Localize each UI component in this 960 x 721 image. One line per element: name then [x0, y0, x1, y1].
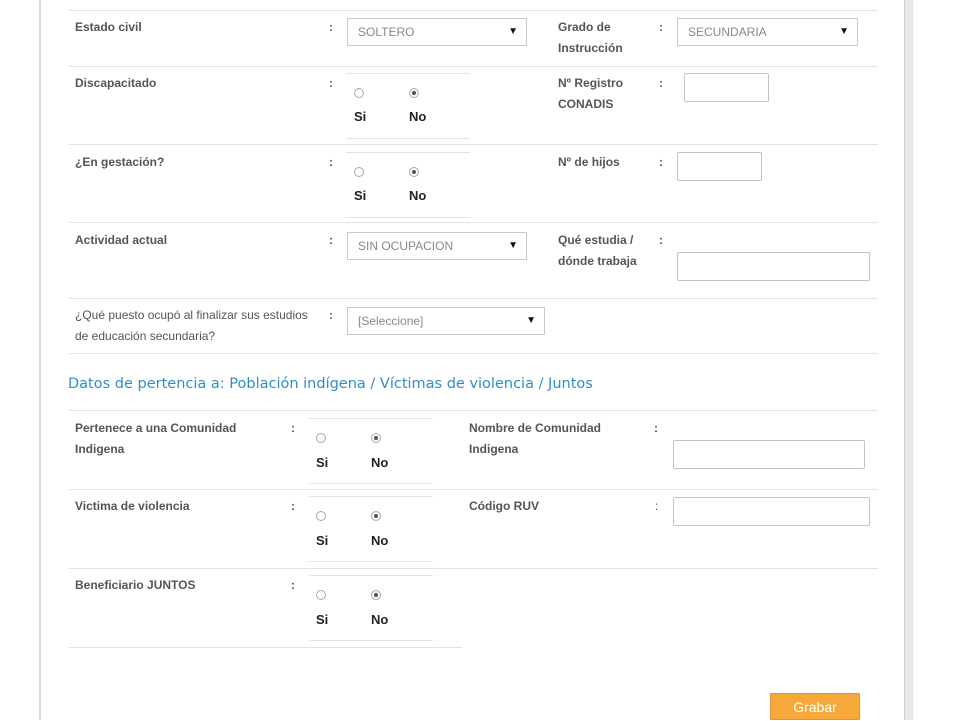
que-estudia-label-line1: Qué estudia / [558, 233, 634, 247]
actividad-actual-value: SIN OCUPACION [358, 239, 454, 253]
divider [68, 353, 878, 354]
comunidad-indigena-radio-group: Si No [309, 418, 433, 484]
colon: : [659, 155, 663, 169]
dropdown-caret-icon: ▼ [526, 315, 536, 326]
grabar-button[interactable]: Grabar [770, 693, 860, 720]
divider [68, 10, 878, 11]
radio-no-selected[interactable] [371, 511, 381, 521]
conadis-label-line1: Nº Registro [558, 76, 624, 90]
radio-no-selected[interactable] [371, 433, 381, 443]
colon: : [329, 76, 333, 90]
dropdown-caret-icon: ▼ [508, 26, 518, 37]
colon: : [655, 499, 659, 513]
beneficiario-juntos-radio-group: Si No [309, 575, 433, 641]
radio-no-selected[interactable] [409, 88, 419, 98]
gestacion-radio-group: Si No [346, 152, 470, 218]
colon: : [329, 233, 333, 247]
grado-instruccion-select[interactable]: SECUNDARIA ▼ [677, 18, 858, 46]
colon: : [329, 308, 333, 322]
radio-si[interactable] [316, 590, 326, 600]
discapacitado-label: Discapacitado [75, 76, 157, 90]
victima-violencia-label: Victima de violencia [75, 499, 190, 513]
radio-si[interactable] [354, 167, 364, 177]
radio-no-label: No [371, 533, 389, 548]
radio-si-label: Si [316, 455, 329, 470]
colon: : [291, 578, 295, 592]
radio-no-selected[interactable] [409, 167, 419, 177]
num-hijos-input[interactable] [677, 152, 762, 181]
grado-label-line1: Grado de [558, 20, 611, 34]
radio-no-label: No [371, 612, 389, 627]
colon: : [329, 20, 333, 34]
dropdown-caret-icon: ▼ [508, 240, 518, 251]
victima-violencia-radio-group: Si No [309, 496, 433, 562]
radio-si[interactable] [316, 511, 326, 521]
colon: : [329, 155, 333, 169]
grado-instruccion-label: Grado de Instrucción [558, 17, 623, 59]
que-estudia-input[interactable] [677, 252, 870, 281]
puesto-label-line2: de educación secundaria? [75, 329, 216, 343]
beneficiario-juntos-label: Beneficiario JUNTOS [75, 578, 196, 592]
divider [68, 647, 462, 648]
radio-si[interactable] [354, 88, 364, 98]
divider [68, 66, 878, 67]
comunidad-label-line2: Indigena [75, 442, 125, 456]
comunidad-label-line1: Pertenece a una Comunidad [75, 421, 237, 435]
section-title: Datos de pertencia a: Población indígena… [68, 376, 593, 392]
codigo-ruv-input[interactable] [673, 497, 870, 526]
radio-no-selected[interactable] [371, 590, 381, 600]
que-estudia-label: Qué estudia / dónde trabaja [558, 230, 637, 272]
divider [68, 144, 878, 145]
radio-si-label: Si [354, 188, 367, 203]
puesto-ocupo-label: ¿Qué puesto ocupó al finalizar sus estud… [75, 305, 308, 347]
nombre-comunidad-label-line1: Nombre de Comunidad [469, 421, 602, 435]
colon: : [659, 233, 663, 247]
radio-no-label: No [409, 109, 427, 124]
estado-civil-select[interactable]: SOLTERO ▼ [347, 18, 527, 46]
colon: : [291, 499, 295, 513]
puesto-ocupo-value: [Seleccione] [358, 314, 424, 328]
conadis-label-line2: CONADIS [558, 97, 614, 111]
gestacion-label: ¿En gestación? [75, 155, 165, 169]
page-frame-left [39, 0, 41, 720]
divider [68, 298, 878, 299]
radio-no-label: No [409, 188, 427, 203]
puesto-label-line1: ¿Qué puesto ocupó al finalizar sus estud… [75, 308, 308, 322]
registro-conadis-label: Nº Registro CONADIS [558, 73, 623, 115]
actividad-actual-label: Actividad actual [75, 233, 168, 247]
colon: : [659, 20, 663, 34]
colon: : [291, 421, 295, 435]
radio-si[interactable] [316, 433, 326, 443]
dropdown-caret-icon: ▼ [839, 26, 849, 37]
radio-si-label: Si [316, 533, 329, 548]
grado-label-line2: Instrucción [558, 41, 623, 55]
codigo-ruv-label: Código RUV [469, 499, 539, 513]
nombre-comunidad-label-line2: Indigena [469, 442, 519, 456]
grado-instruccion-value: SECUNDARIA [688, 25, 767, 39]
radio-si-label: Si [316, 612, 329, 627]
colon: : [659, 76, 663, 90]
num-hijos-label: Nº de hijos [558, 155, 620, 169]
registro-conadis-input[interactable] [684, 73, 769, 102]
discapacitado-radio-group: Si No [346, 73, 470, 139]
que-estudia-label-line2: dónde trabaja [558, 254, 637, 268]
page-scrollbar[interactable] [904, 0, 913, 720]
divider [68, 568, 878, 569]
divider [68, 410, 878, 411]
colon: : [654, 421, 658, 435]
nombre-comunidad-input[interactable] [673, 440, 865, 469]
comunidad-indigena-label: Pertenece a una Comunidad Indigena [75, 418, 236, 460]
estado-civil-label: Estado civil [75, 20, 142, 34]
divider [68, 489, 878, 490]
radio-si-label: Si [354, 109, 367, 124]
estado-civil-value: SOLTERO [358, 25, 415, 39]
nombre-comunidad-label: Nombre de Comunidad Indigena [469, 418, 601, 460]
radio-no-label: No [371, 455, 389, 470]
divider [68, 222, 878, 223]
puesto-ocupo-select[interactable]: [Seleccione] ▼ [347, 307, 545, 335]
actividad-actual-select[interactable]: SIN OCUPACION ▼ [347, 232, 527, 260]
